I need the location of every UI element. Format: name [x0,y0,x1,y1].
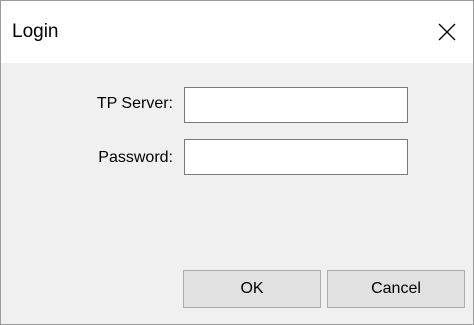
cancel-button-label: Cancel [371,280,421,297]
password-input[interactable] [184,139,408,175]
close-button[interactable] [421,1,473,63]
title-bar: Login [1,1,473,63]
login-dialog: Login TP Server: Password: OK Cancel [0,0,474,325]
ok-button[interactable]: OK [183,270,321,308]
tp-server-label: TP Server: [96,95,173,112]
tp-server-input[interactable] [184,87,408,123]
password-label: Password: [98,149,173,166]
close-icon [438,23,456,41]
cancel-button[interactable]: Cancel [327,270,465,308]
ok-button-label: OK [240,280,264,297]
dialog-body: TP Server: Password: OK Cancel [1,63,473,324]
window-title: Login [12,21,59,42]
